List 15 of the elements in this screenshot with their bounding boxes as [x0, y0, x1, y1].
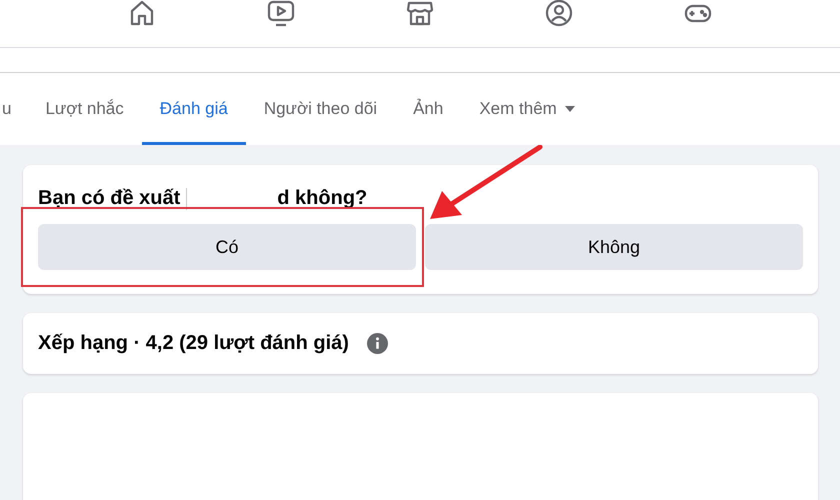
profile-tab[interactable]: Lượt nhắc: [27, 73, 142, 145]
info-icon[interactable]: [366, 333, 388, 354]
profile-tab[interactable]: Ảnh: [395, 73, 462, 145]
profile-tab[interactable]: Xem thêm: [461, 73, 593, 145]
rating-title: Xếp hạng · 4,2 (29 lượt đánh giá): [38, 332, 349, 355]
profile-tab[interactable]: u: [0, 73, 28, 145]
question-text: d không?: [277, 187, 368, 210]
question-text: Bạn có đề xuất: [38, 187, 180, 210]
group-icon[interactable]: [544, 0, 574, 28]
profile-tab[interactable]: Đánh giá: [142, 73, 246, 145]
store-icon[interactable]: [405, 0, 435, 28]
answer-button[interactable]: Có: [38, 224, 416, 270]
answer-button[interactable]: Không: [425, 224, 803, 270]
profile-tab[interactable]: Người theo dõi: [246, 73, 396, 145]
video-icon[interactable]: [266, 0, 296, 28]
